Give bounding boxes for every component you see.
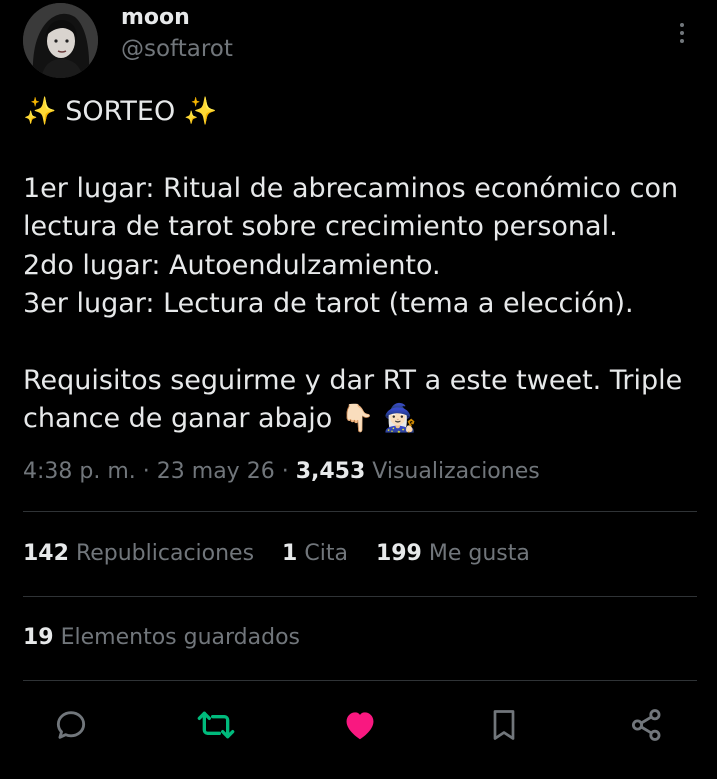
tweet-time[interactable]: 4:38 p. m. [23,459,136,484]
tweet-text: ✨ SORTEO ✨ 1er lugar: Ritual de abrecami… [23,93,703,439]
avatar[interactable] [23,3,98,78]
meta-separator: · [281,459,289,484]
retweets-stat[interactable]: 142 Republicaciones [23,541,254,566]
tweet-meta: 4:38 p. m. · 23 may 26 · 3,453 Visualiza… [23,459,540,484]
divider [23,596,697,597]
tweet-line: ✨ SORTEO ✨ [23,96,218,127]
heart-icon [346,712,374,740]
views-count: 3,453 [295,459,366,484]
bookmark-button[interactable] [484,705,524,745]
divider [23,511,697,512]
retweets-label: Republicaciones [75,541,255,566]
more-options-button[interactable] [670,18,694,48]
share-button[interactable] [627,705,667,745]
more-dot-icon [680,39,684,43]
tweet-date[interactable]: 23 may 26 [157,459,275,484]
author-handle[interactable]: @softarot [121,36,233,62]
share-icon [631,709,661,741]
likes-label: Me gusta [428,541,530,566]
quotes-stat[interactable]: 1 Cita [282,541,348,566]
retweets-count: 142 [23,541,69,566]
bookmarks-label: Elementos guardados [60,625,301,650]
bookmarks-count: 19 [23,625,54,650]
views-label: Visualizaciones [372,459,540,484]
more-dot-icon [680,31,684,35]
tweet-line: lectura de tarot sobre crecimiento perso… [23,211,618,243]
tweet-line: 2do lugar: Autoendulzamiento. [23,249,441,281]
likes-count: 199 [375,541,422,566]
quotes-count: 1 [282,541,298,566]
meta-separator: · [142,459,150,484]
tweet-line: Requisitos seguirme y dar RT a este twee… [23,364,683,396]
retweet-icon [197,711,235,739]
bookmarks-stat[interactable]: 19 Elementos guardados [23,625,300,650]
divider [23,680,697,681]
retweet-button[interactable] [196,705,236,745]
more-dot-icon [680,23,684,27]
bookmark-icon [493,710,515,740]
quotes-label: Cita [304,541,348,566]
tweet-line: chance de ganar abajo 👇🏻 🧙🏻‍♀️ [23,403,417,435]
reply-button[interactable] [51,705,91,745]
tweet-line: 1er lugar: Ritual de abrecaminos económi… [23,172,679,204]
likes-stat[interactable]: 199 Me gusta [376,541,530,566]
engagement-stats: 142 Republicaciones 1 Cita 199 Me gusta [23,541,530,566]
like-button[interactable] [340,705,380,745]
avatar-image [23,3,98,78]
tweet-line: 3er lugar: Lectura de tarot (tema a elec… [23,288,634,320]
author-name[interactable]: moon [121,5,190,30]
reply-icon [56,711,86,739]
